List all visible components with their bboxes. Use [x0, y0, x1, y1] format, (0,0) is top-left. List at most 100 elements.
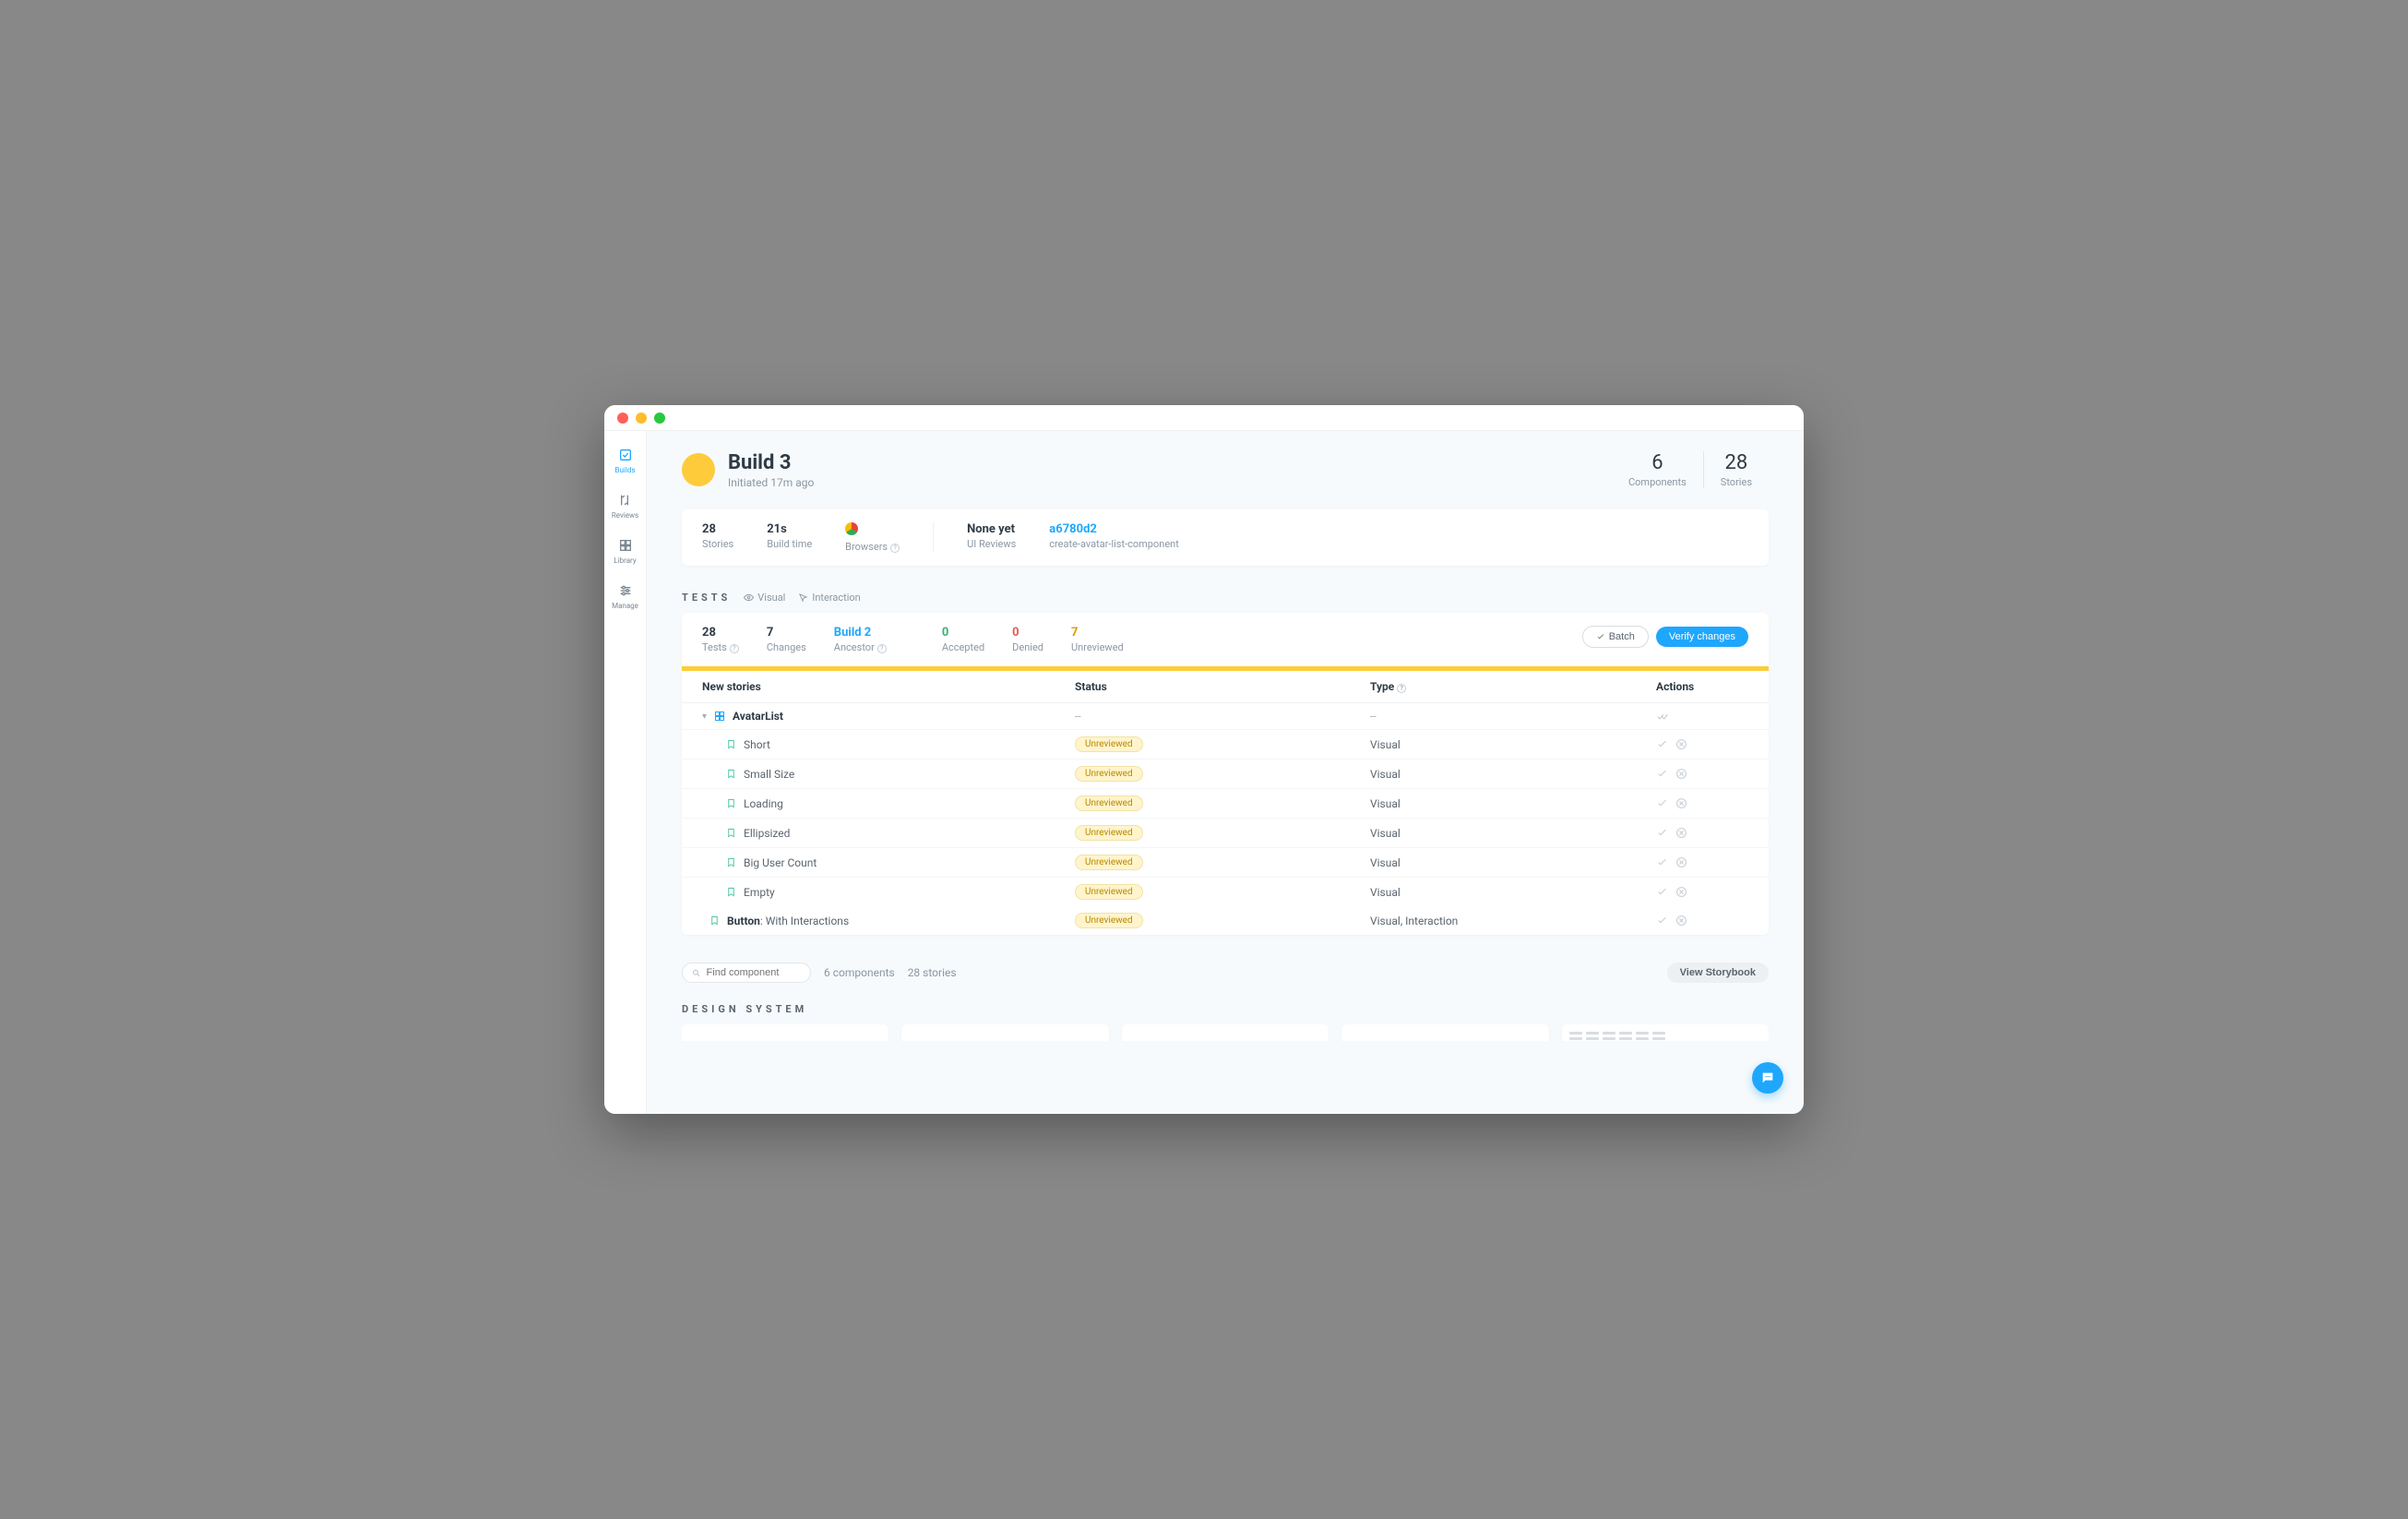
design-system-card[interactable] — [901, 1024, 1108, 1041]
builds-icon — [618, 448, 633, 462]
sidebar-item-reviews[interactable]: Reviews — [612, 493, 638, 520]
status-badge: Unreviewed — [1075, 766, 1143, 782]
accept-icon[interactable] — [1656, 738, 1668, 750]
deny-icon[interactable] — [1675, 797, 1687, 809]
design-system-card[interactable] — [1562, 1024, 1769, 1041]
summary-denied: 0 Denied — [1012, 626, 1043, 653]
design-system-card[interactable] — [1122, 1024, 1329, 1041]
help-icon[interactable]: ? — [890, 544, 900, 553]
manage-icon — [618, 583, 633, 598]
accept-icon[interactable] — [1656, 827, 1668, 839]
library-icon — [618, 538, 633, 553]
design-system-card[interactable] — [1341, 1024, 1548, 1041]
accept-icon[interactable] — [1656, 797, 1668, 809]
accept-icon[interactable] — [1656, 886, 1668, 898]
reviews-icon — [617, 493, 632, 508]
summary-ancestor[interactable]: Build 2 Ancestor? — [834, 626, 887, 653]
design-system-title: DESIGN SYSTEM — [682, 1003, 1769, 1015]
accept-icon[interactable] — [1656, 768, 1668, 780]
chat-icon — [1760, 1070, 1775, 1085]
table-row-component[interactable]: ▾ AvatarList -- -- — [682, 703, 1769, 730]
chrome-icon — [845, 522, 858, 535]
bookmark-icon — [726, 828, 736, 838]
tests-card: 28 Tests? 7 Changes Build 2 Ancestor? 0 — [682, 613, 1769, 935]
view-storybook-button[interactable]: View Storybook — [1667, 963, 1769, 983]
accept-icon[interactable] — [1656, 856, 1668, 868]
page-subtitle: Initiated 17m ago — [728, 476, 814, 489]
chevron-down-icon[interactable]: ▾ — [702, 712, 707, 722]
table-row-story[interactable]: Ellipsized Unreviewed Visual — [682, 819, 1769, 848]
deny-icon[interactable] — [1675, 886, 1687, 898]
cell-type: Visual — [1370, 827, 1656, 840]
help-icon[interactable]: ? — [877, 644, 887, 653]
table-row-story[interactable]: Empty Unreviewed Visual — [682, 878, 1769, 906]
filter-interaction[interactable]: Interaction — [798, 592, 860, 604]
maximize-window-icon[interactable] — [654, 413, 665, 424]
pointer-icon — [798, 592, 808, 603]
search-input[interactable] — [707, 967, 801, 978]
help-icon[interactable]: ? — [730, 644, 739, 653]
design-system-card[interactable] — [682, 1024, 888, 1041]
eye-icon — [744, 592, 754, 603]
design-system-grid — [682, 1024, 1769, 1041]
tests-section-header: TESTS Visual Interaction — [682, 592, 1769, 604]
component-icon — [714, 711, 725, 722]
deny-icon[interactable] — [1675, 915, 1687, 927]
sidebar-item-manage[interactable]: Manage — [612, 583, 638, 610]
sidebar-library-label: Library — [614, 556, 636, 565]
status-badge: Unreviewed — [1075, 884, 1143, 900]
story-name: Small Size — [744, 768, 794, 781]
status-badge: Unreviewed — [1075, 736, 1143, 752]
stat-buildtime: 21s Build time — [767, 522, 812, 550]
accept-icon[interactable] — [1656, 915, 1668, 927]
close-window-icon[interactable] — [617, 413, 628, 424]
main-content: Build 3 Initiated 17m ago 6 Components 2… — [647, 431, 1804, 1114]
page-title: Build 3 — [728, 451, 814, 474]
story-name: Ellipsized — [744, 827, 790, 840]
header-stat-components: 6 Components — [1612, 451, 1703, 488]
help-icon[interactable]: ? — [1397, 684, 1406, 693]
th-name: New stories — [702, 680, 1075, 693]
bookmark-icon — [726, 857, 736, 867]
stat-stories: 28 Stories — [702, 522, 733, 550]
deny-icon[interactable] — [1675, 768, 1687, 780]
story-name: Big User Count — [744, 856, 817, 869]
chat-button[interactable] — [1752, 1062, 1783, 1094]
cell-type: Visual — [1370, 886, 1656, 899]
table-row-story[interactable]: Short Unreviewed Visual — [682, 730, 1769, 760]
table-row-story[interactable]: Loading Unreviewed Visual — [682, 789, 1769, 819]
status-badge: Unreviewed — [1075, 825, 1143, 841]
table-row-story[interactable]: Small Size Unreviewed Visual — [682, 760, 1769, 789]
sidebar-item-library[interactable]: Library — [614, 538, 636, 565]
table-header: New stories Status Type? Actions — [682, 671, 1769, 703]
story-name: Button: With Interactions — [727, 915, 849, 927]
stat-commit[interactable]: a6780d2 create-avatar-list-component — [1049, 522, 1179, 550]
header-stat-stories: 28 Stories — [1703, 451, 1769, 488]
deny-icon[interactable] — [1675, 827, 1687, 839]
summary-tests: 28 Tests? — [702, 626, 739, 653]
status-badge: Unreviewed — [1075, 913, 1143, 928]
find-component-search[interactable] — [682, 963, 811, 983]
cell-type-empty: -- — [1370, 710, 1656, 723]
component-name: AvatarList — [733, 710, 783, 723]
table-row-story[interactable]: Big User Count Unreviewed Visual — [682, 848, 1769, 878]
th-actions: Actions — [1656, 680, 1748, 693]
footer-component-count: 6 components — [824, 966, 895, 979]
minimize-window-icon[interactable] — [636, 413, 647, 424]
table-row-story[interactable]: Button: With Interactions Unreviewed Vis… — [682, 906, 1769, 935]
status-badge: Unreviewed — [1075, 855, 1143, 870]
sidebar: Builds Reviews Library Manage — [604, 431, 647, 1114]
cell-type: Visual, Interaction — [1370, 915, 1656, 927]
batch-accept-icon[interactable] — [1656, 710, 1669, 723]
story-name: Empty — [744, 886, 775, 899]
batch-button[interactable]: Batch — [1582, 626, 1649, 648]
deny-icon[interactable] — [1675, 738, 1687, 750]
cell-type: Visual — [1370, 856, 1656, 869]
bookmark-icon — [726, 739, 736, 749]
deny-icon[interactable] — [1675, 856, 1687, 868]
filter-visual[interactable]: Visual — [744, 592, 785, 604]
summary-changes: 7 Changes — [767, 626, 806, 653]
sidebar-item-builds[interactable]: Builds — [615, 448, 636, 474]
footer-story-count: 28 stories — [908, 966, 957, 979]
verify-changes-button[interactable]: Verify changes — [1656, 627, 1748, 647]
